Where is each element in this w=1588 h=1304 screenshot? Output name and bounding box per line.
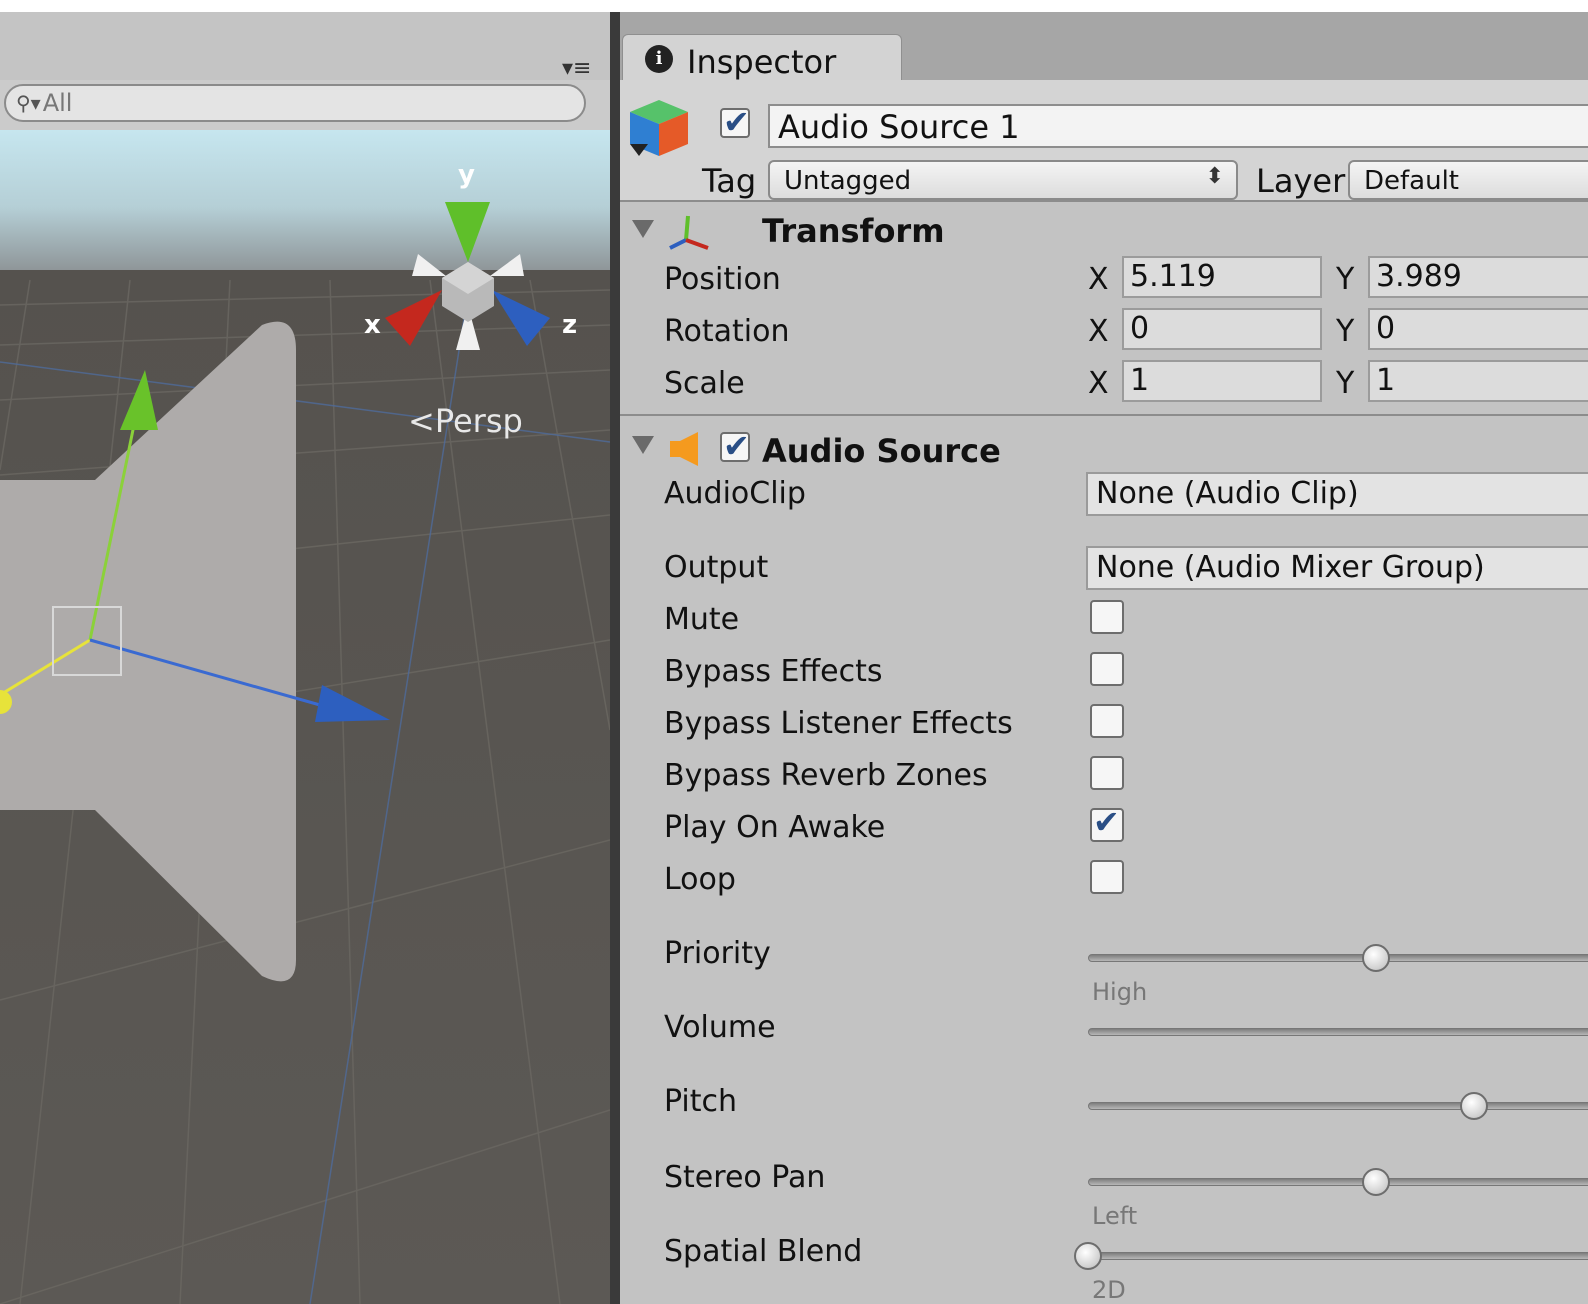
spatial-blend-slider-handle[interactable] [1074,1242,1102,1270]
bypass-reverb-zones-checkbox[interactable] [1090,756,1124,790]
tag-dropdown[interactable]: Untagged ⬍ [768,160,1238,200]
rotation-x-label: X [1088,314,1109,349]
bypass-reverb-zones-label: Bypass Reverb Zones [664,758,988,793]
audioclip-label: AudioClip [664,476,806,511]
audio-source-title: Audio Source [762,432,1001,470]
scale-y-field[interactable]: 1 [1368,360,1588,402]
scale-label: Scale [664,366,745,401]
scene-canvas[interactable] [0,130,610,1304]
gameobject-header: ✔ Audio Source 1 Tag Untagged ⬍ Layer De… [620,80,1588,202]
scene-toolbar: ▾≡ [0,12,610,81]
updown-arrows-icon: ⬍ [1205,164,1224,189]
section-divider [620,414,1588,416]
inspector-panel: i Inspector ✔ Audio Source 1 Tag Untagge… [620,12,1588,1304]
bypass-effects-checkbox[interactable] [1090,652,1124,686]
perspective-label: Persp [434,402,523,440]
gizmo-x-label: x [364,310,381,340]
bypass-listener-effects-label: Bypass Listener Effects [664,706,1013,741]
position-y-field[interactable]: 3.989 [1368,256,1588,298]
mute-label: Mute [664,602,740,637]
priority-slider[interactable] [1088,954,1588,962]
pitch-slider-handle[interactable] [1459,1092,1488,1120]
position-y-label: Y [1336,262,1355,297]
position-x-field[interactable]: 5.119 [1122,256,1322,298]
layer-label: Layer [1256,162,1346,200]
gameobject-active-checkbox[interactable]: ✔ [720,104,750,140]
bypass-listener-effects-checkbox[interactable] [1090,704,1124,738]
audioclip-field[interactable]: None (Audio Clip) [1086,472,1588,516]
play-on-awake-checkbox[interactable]: ✔ [1090,804,1124,842]
rotation-y-field[interactable]: 0 [1368,308,1588,350]
loop-checkbox[interactable] [1090,860,1124,894]
foldout-arrow-icon[interactable] [632,220,654,238]
search-icon[interactable]: ⚲▾ [16,91,41,115]
rotation-x-field[interactable]: 0 [1122,308,1322,350]
layer-dropdown[interactable]: Default [1348,160,1588,200]
rotation-y-label: Y [1336,314,1355,349]
checkmark-icon: ✔ [723,103,750,141]
transform-icon [669,215,709,250]
gameobject-name-field[interactable]: Audio Source 1 [768,104,1588,148]
foldout-arrow-icon[interactable] [632,436,654,454]
scene-panel: ▾≡ ⚲▾ All y x z <Persp [0,12,610,1304]
bypass-effects-label: Bypass Effects [664,654,883,689]
scale-y-label: Y [1336,366,1355,401]
speaker-icon [670,432,698,466]
volume-slider[interactable] [1088,1028,1588,1036]
transform-header[interactable]: Transform [620,202,1588,262]
tag-dropdown-value: Untagged [784,166,912,196]
info-icon: i [645,45,673,73]
priority-min-label: High [1092,978,1148,1006]
spatial-blend-min-label: 2D [1092,1276,1126,1304]
stereo-pan-label: Stereo Pan [664,1160,826,1195]
gizmo-z-label: z [562,310,578,340]
scale-x-field[interactable]: 1 [1122,360,1322,402]
layer-dropdown-value: Default [1364,166,1459,196]
panel-divider[interactable] [610,12,620,1304]
loop-label: Loop [664,862,736,897]
panel-menu-icon[interactable]: ▾≡ [562,56,591,81]
spatial-blend-slider[interactable] [1088,1252,1588,1260]
search-filter-text: All [42,89,73,117]
mute-checkbox[interactable] [1090,600,1124,634]
inspector-tabbar: i Inspector [620,12,1588,82]
pitch-slider[interactable] [1088,1102,1588,1110]
position-label: Position [664,262,781,297]
editor-window: ▾≡ ⚲▾ All y x z <Persp i Inspector ✔ Aud… [0,12,1588,1304]
scene-viewport[interactable]: y x z <Persp [0,130,610,1304]
spatial-blend-label: Spatial Blend [664,1234,863,1269]
output-label: Output [664,550,769,585]
stereo-pan-slider-handle[interactable] [1362,1168,1390,1196]
priority-label: Priority [664,936,771,971]
scene-search-input[interactable]: ⚲▾ All [4,84,586,122]
pitch-label: Pitch [664,1084,738,1119]
tab-inspector-label: Inspector [687,43,837,81]
stereo-pan-slider[interactable] [1088,1178,1588,1186]
gameobject-icon[interactable] [626,94,692,162]
output-field[interactable]: None (Audio Mixer Group) [1086,546,1588,590]
priority-slider-handle[interactable] [1362,944,1390,972]
tag-label: Tag [702,162,757,200]
checkmark-icon: ✔ [1093,803,1120,841]
tab-inspector[interactable]: i Inspector [622,34,902,82]
perspective-toggle[interactable]: <Persp [408,402,523,440]
gizmo-y-label: y [458,160,475,190]
rotation-label: Rotation [664,314,790,349]
perspective-icon: < [408,402,435,440]
stereo-pan-min-label: Left [1092,1202,1138,1230]
position-x-label: X [1088,262,1109,297]
play-on-awake-label: Play On Awake [664,810,886,845]
transform-title: Transform [762,212,945,250]
volume-label: Volume [664,1010,776,1045]
checkmark-icon: ✔ [723,427,750,465]
scale-x-label: X [1088,366,1109,401]
audio-source-enabled-checkbox[interactable]: ✔ [720,428,750,464]
audio-source-header[interactable]: ✔ Audio Source [620,418,1588,478]
